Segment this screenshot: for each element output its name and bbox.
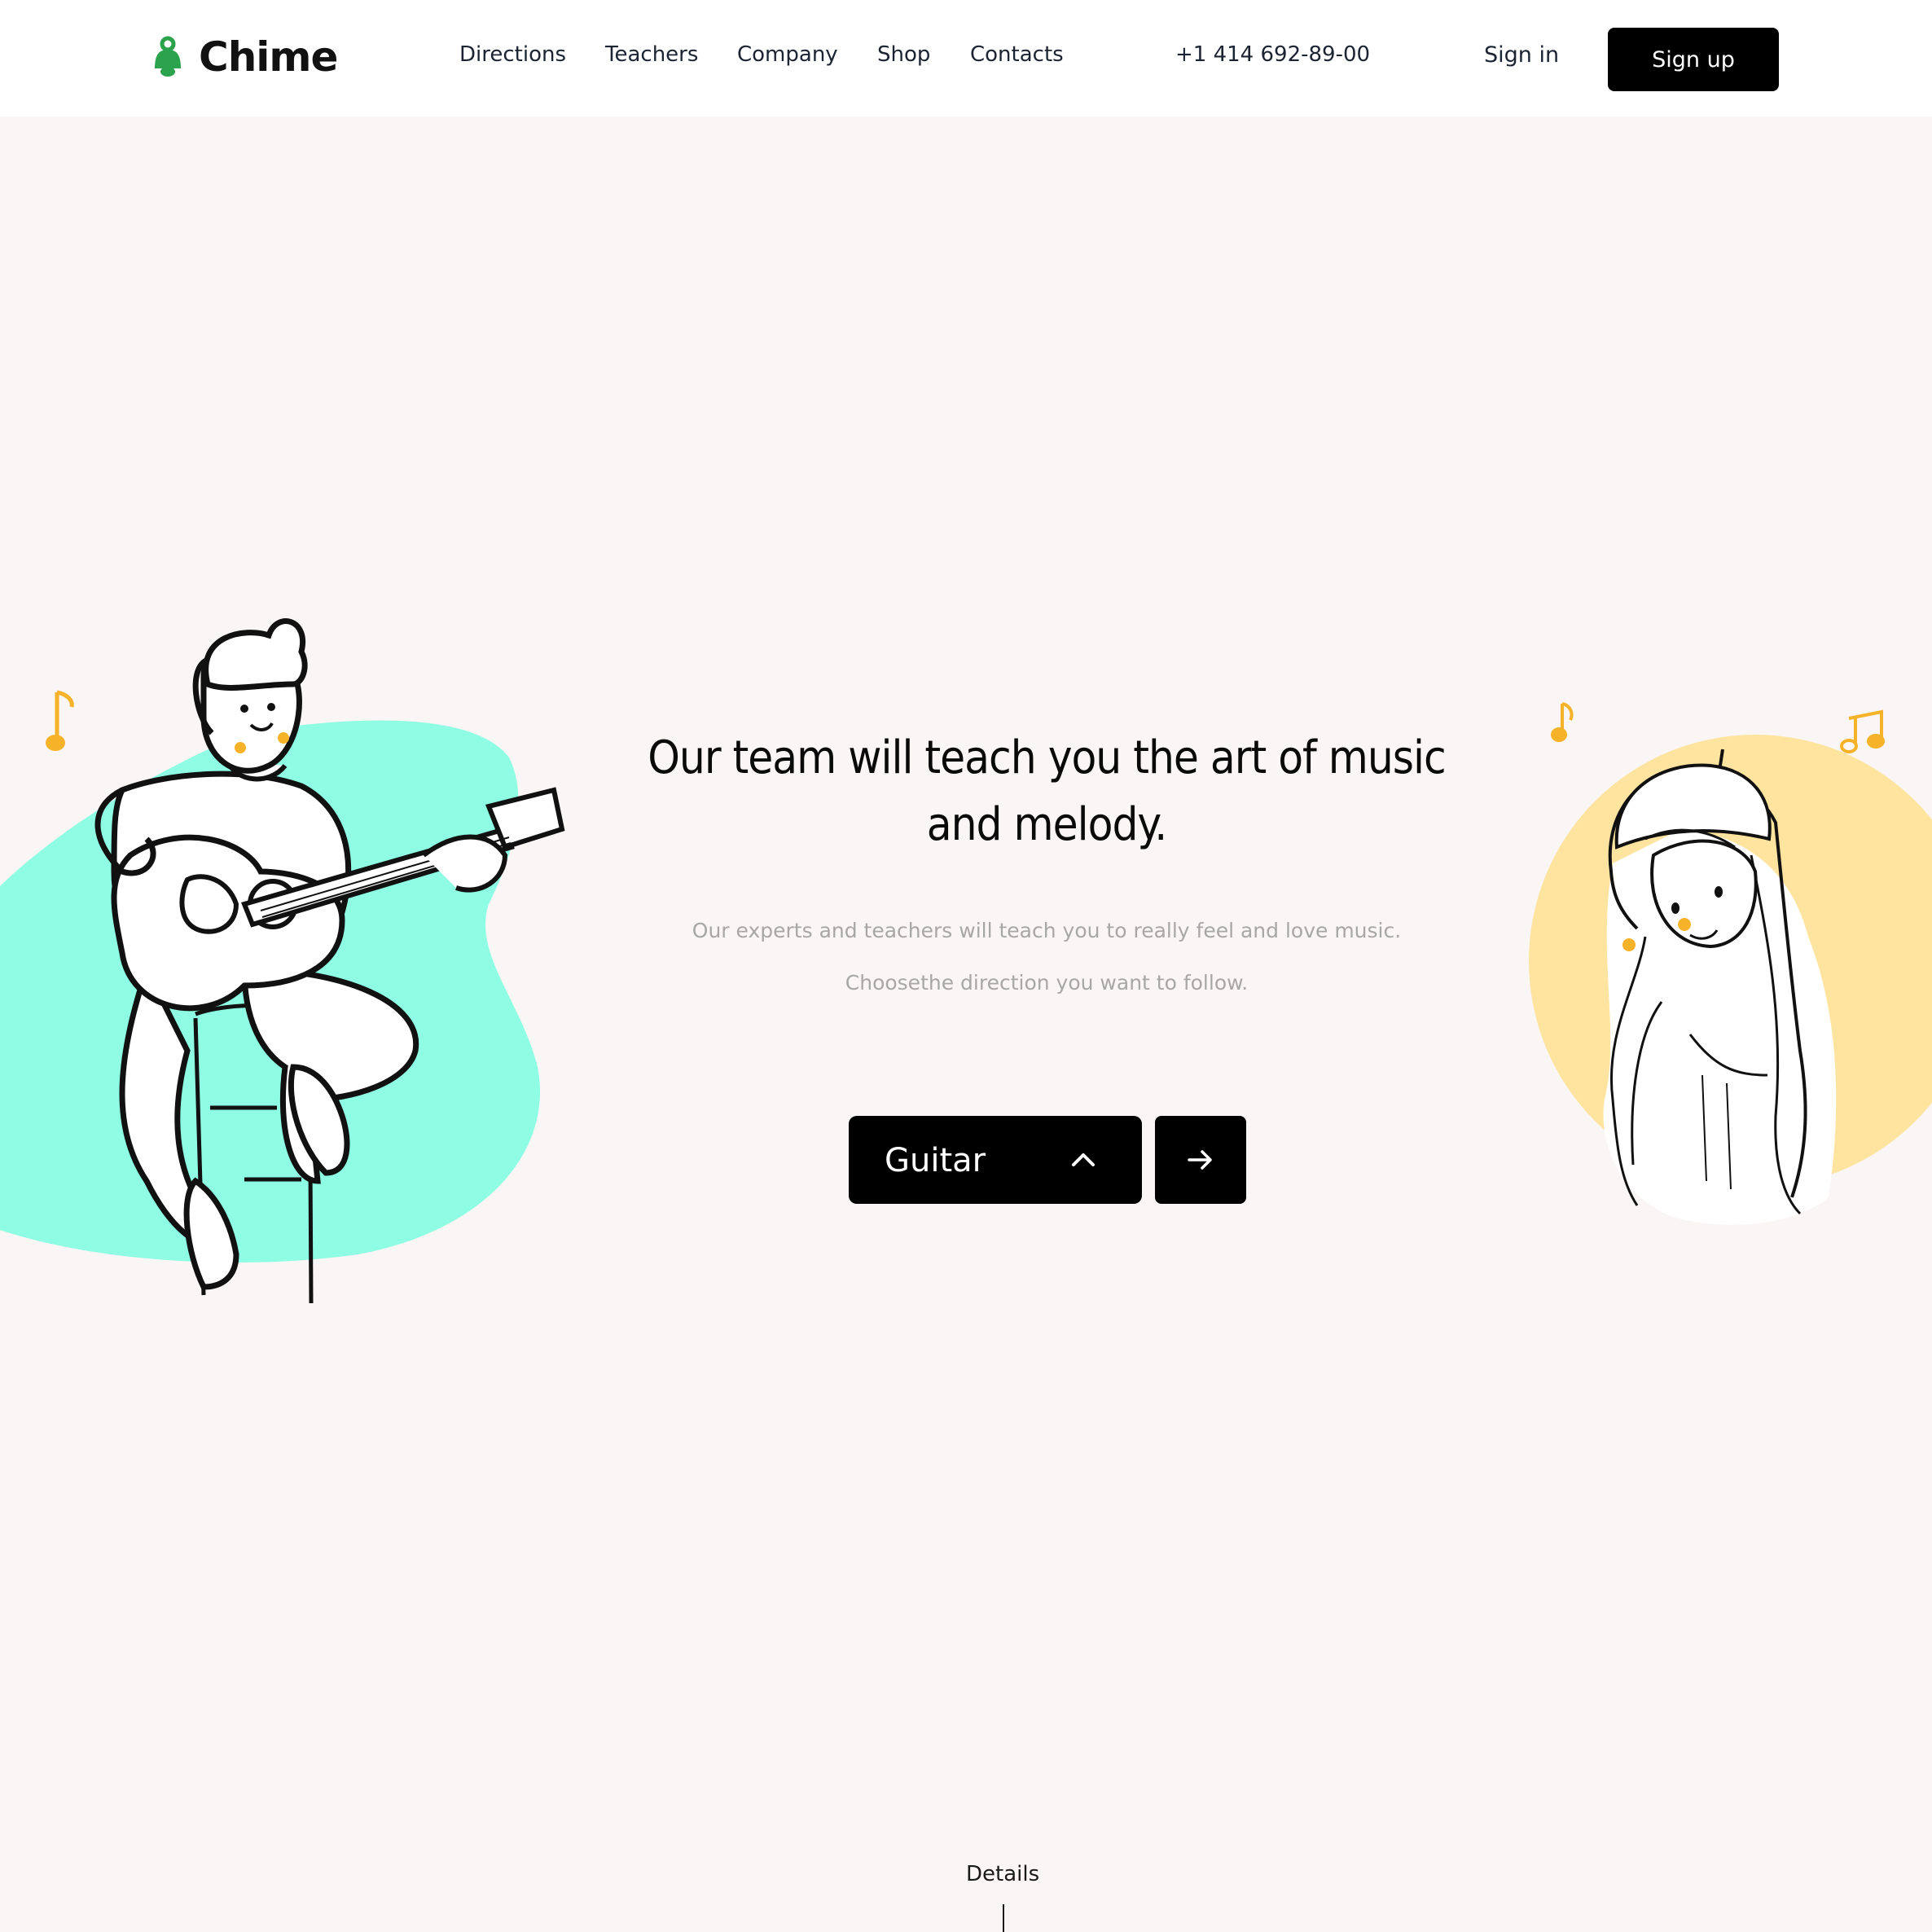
music-note-icon xyxy=(55,690,74,741)
nav-item-contacts[interactable]: Contacts xyxy=(970,42,1064,67)
nav-item-shop[interactable]: Shop xyxy=(877,42,930,67)
girl-illustration xyxy=(1529,702,1932,1225)
sign-in-link[interactable]: Sign in xyxy=(1484,42,1559,68)
top-navigation-bar: Chime Directions Teachers Company Shop C… xyxy=(0,0,1932,116)
phone-number[interactable]: +1 414 692-89-00 xyxy=(1175,42,1370,67)
direction-select[interactable]: Guitar xyxy=(849,1116,1142,1204)
hero-title: Our team will teach you the art of music… xyxy=(648,731,1446,851)
go-button[interactable] xyxy=(1155,1116,1246,1204)
sign-up-button[interactable]: Sign up xyxy=(1608,28,1779,91)
chevron-up-icon xyxy=(1072,1153,1095,1166)
direction-select-value: Guitar xyxy=(885,1142,986,1179)
scroll-indicator-line xyxy=(1003,1904,1004,1932)
nav-item-company[interactable]: Company xyxy=(737,42,838,67)
hero-subtitle-2: Choosethe direction you want to follow. xyxy=(845,971,1249,995)
details-link[interactable]: Details xyxy=(966,1862,1039,1886)
guitarist-illustration xyxy=(0,618,565,1304)
double-music-note-icon xyxy=(1840,709,1885,753)
hero-subtitle-1: Our experts and teachers will teach you … xyxy=(692,919,1402,942)
nav-item-directions[interactable]: Directions xyxy=(459,42,566,67)
arrow-right-icon xyxy=(1188,1150,1212,1170)
bell-icon xyxy=(155,36,181,77)
brand-logo[interactable]: Chime xyxy=(151,31,338,83)
nav-item-teachers[interactable]: Teachers xyxy=(605,42,698,67)
brand-name: Chime xyxy=(199,33,338,81)
music-note-icon xyxy=(1551,702,1574,742)
